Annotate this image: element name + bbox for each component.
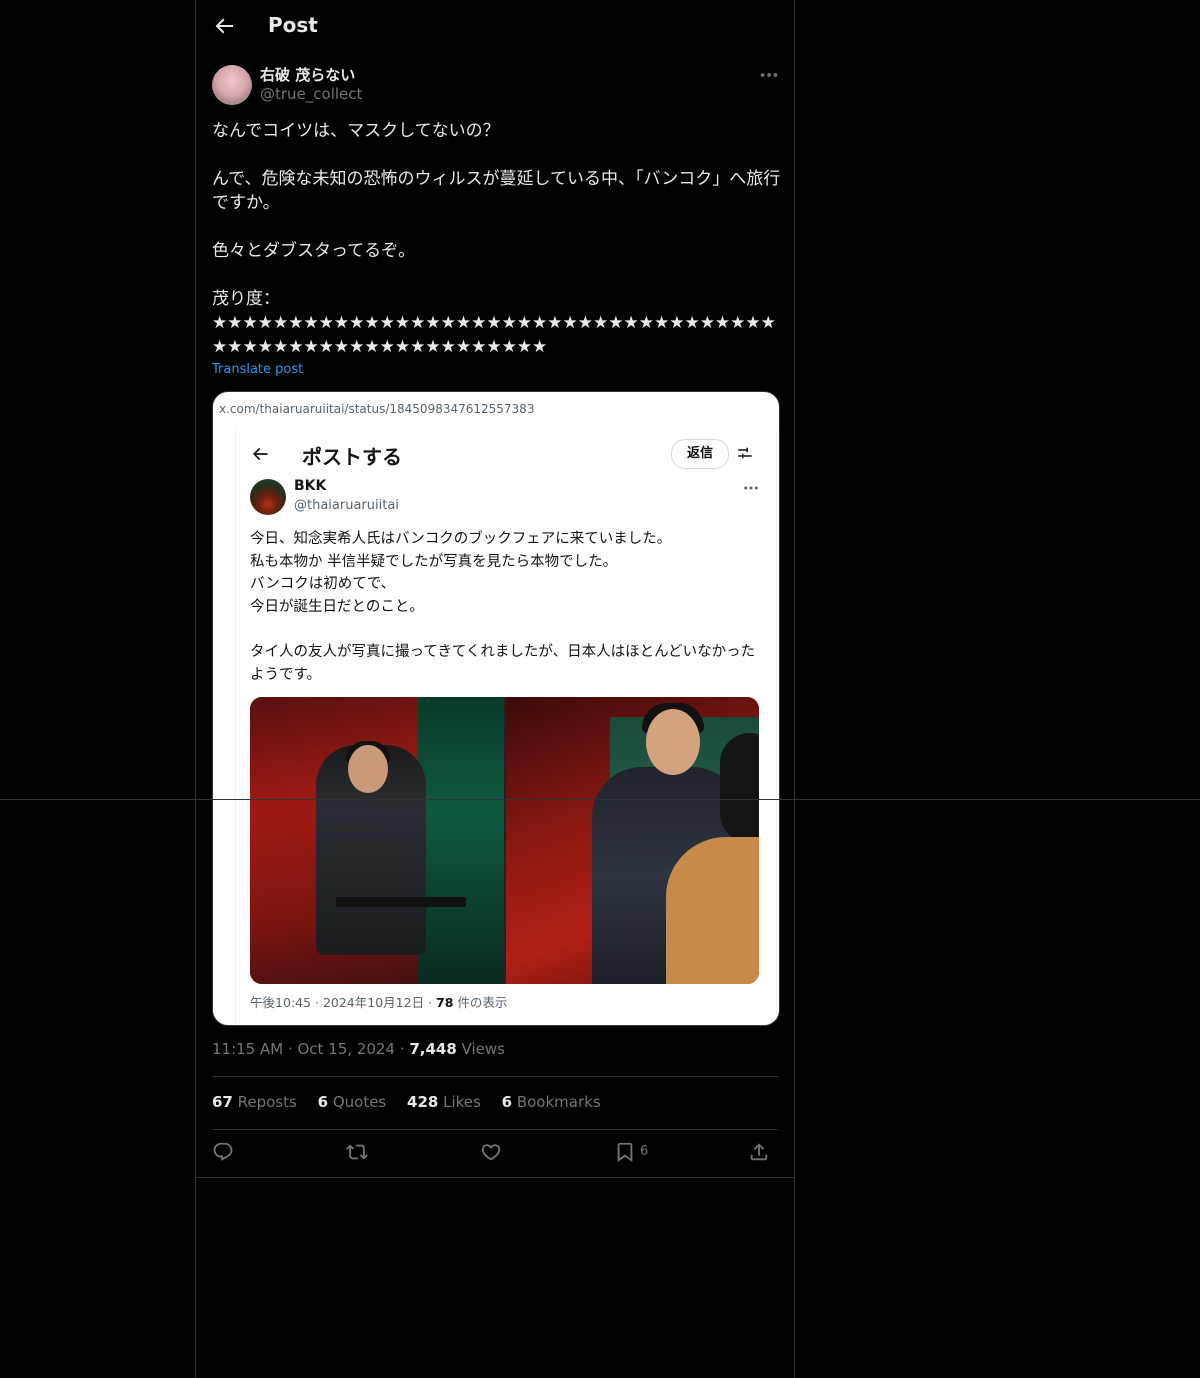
divider bbox=[0, 799, 1200, 800]
embedded-title: ポストする bbox=[302, 445, 402, 469]
reposts-stat[interactable]: 67 Reposts bbox=[212, 1093, 297, 1111]
action-bar: 6 bbox=[212, 1141, 778, 1165]
repost-icon bbox=[346, 1144, 368, 1160]
quotes-stat[interactable]: 6 Quotes bbox=[318, 1093, 387, 1111]
photo-right bbox=[506, 697, 759, 984]
embedded-url: x.com/thaiaruaruiitai/status/18450983476… bbox=[219, 402, 535, 416]
post-header: Post bbox=[196, 0, 794, 53]
embedded-meta: 午後10:45 · 2024年10月12日 · 78 件の表示 bbox=[250, 995, 508, 1010]
more-icon bbox=[760, 73, 778, 77]
divider bbox=[212, 1076, 778, 1077]
share-icon bbox=[750, 1143, 768, 1161]
repost-button[interactable] bbox=[346, 1141, 368, 1165]
share-button[interactable] bbox=[748, 1141, 770, 1165]
like-button[interactable] bbox=[480, 1141, 502, 1165]
embedded-author-name: BKK bbox=[294, 478, 327, 494]
bookmark-button[interactable]: 6 bbox=[614, 1141, 648, 1165]
embedded-back-icon bbox=[250, 444, 270, 464]
post-column: Post 右破 茂らない @true_collect なんでコイツは、マスクして… bbox=[195, 0, 795, 1378]
divider bbox=[196, 1177, 794, 1178]
page-title: Post bbox=[268, 13, 318, 37]
embedded-screenshot[interactable]: x.com/thaiaruaruiitai/status/18450983476… bbox=[212, 391, 780, 1026]
translate-link[interactable]: Translate post bbox=[212, 362, 303, 377]
reply-button[interactable] bbox=[212, 1141, 234, 1165]
author-avatar[interactable] bbox=[212, 65, 252, 105]
back-button[interactable] bbox=[212, 14, 236, 38]
photo-left bbox=[250, 697, 504, 984]
post-timestamp: 11:15 AM · Oct 15, 2024 · 7,448 Views bbox=[212, 1040, 505, 1058]
divider bbox=[212, 1129, 778, 1130]
back-arrow-icon bbox=[215, 18, 233, 34]
reply-icon bbox=[213, 1142, 233, 1161]
author-name[interactable]: 右破 茂らない bbox=[260, 64, 355, 85]
likes-stat[interactable]: 428 Likes bbox=[407, 1093, 481, 1111]
embedded-avatar bbox=[250, 479, 286, 515]
more-button[interactable] bbox=[758, 64, 780, 86]
post-text: なんでコイツは、マスクしてないの？ んで、危険な未知の恐怖のウィルスが蔓延してい… bbox=[212, 121, 781, 357]
like-icon bbox=[481, 1144, 501, 1161]
embedded-more-icon bbox=[742, 479, 760, 497]
engagement-stats: 67 Reposts 6 Quotes 428 Likes 6 Bookmark… bbox=[212, 1093, 617, 1111]
embedded-post: ポストする 返信 BKK @thaiaruaruiitai 今日、知念実希人氏は… bbox=[235, 429, 777, 1025]
embedded-photo bbox=[250, 697, 759, 984]
bookmarks-stat[interactable]: 6 Bookmarks bbox=[502, 1093, 601, 1111]
bookmark-count: 6 bbox=[640, 1144, 649, 1159]
embedded-author-handle: @thaiaruaruiitai bbox=[294, 498, 399, 513]
author-handle[interactable]: @true_collect bbox=[260, 85, 362, 103]
embedded-reply-button: 返信 bbox=[671, 439, 729, 469]
views-count: 7,448 bbox=[409, 1040, 457, 1058]
embedded-text: 今日、知念実希人氏はバンコクのブックフェアに来ていました。 私も本物か 半信半疑… bbox=[250, 531, 756, 683]
adjust-icon bbox=[736, 444, 754, 462]
bookmark-icon bbox=[617, 1142, 633, 1163]
